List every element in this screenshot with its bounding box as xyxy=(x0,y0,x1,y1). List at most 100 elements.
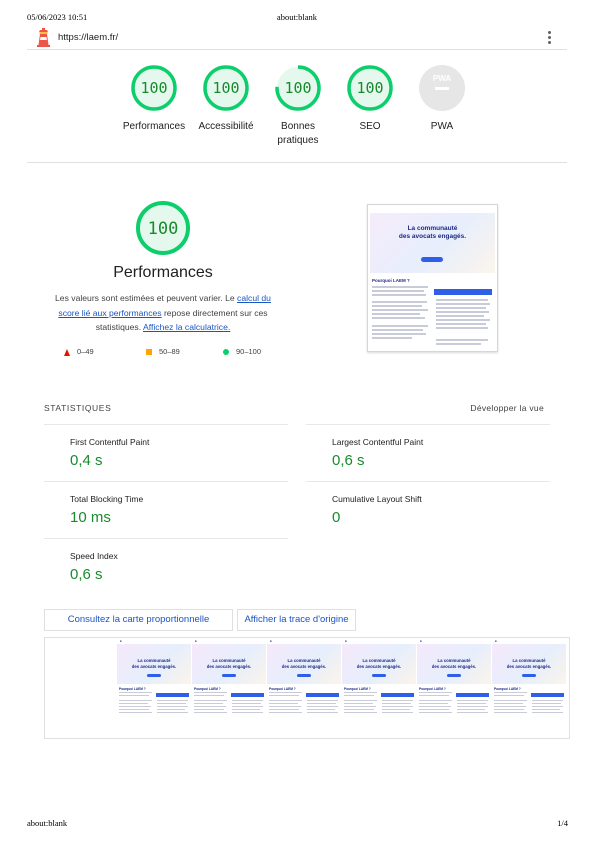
view-trace-button[interactable]: Afficher la trace d'origine xyxy=(237,609,356,631)
frame-cta xyxy=(222,674,236,677)
frame-heading: Pourquoi LAEM ? xyxy=(419,687,446,691)
gauge-pwa[interactable]: PWA PWA xyxy=(406,64,478,134)
print-footer-url: about:blank xyxy=(27,818,68,828)
text-line xyxy=(307,700,338,701)
performance-section: 100 Performances Les valeurs sont estimé… xyxy=(44,200,282,335)
performance-score-ring-icon: 100 xyxy=(136,201,190,255)
text-line xyxy=(344,700,377,701)
text-line xyxy=(372,333,426,335)
text-line xyxy=(494,700,527,701)
view-treemap-button[interactable]: Consultez la carte proportionnelle xyxy=(44,609,233,631)
expand-view-toggle[interactable]: Développer la vue xyxy=(470,403,544,413)
filmstrip-frame[interactable]: ■ La communauté des avocats engagés. Pour… xyxy=(117,638,191,738)
screenshot-hero-title: La communauté des avocats engagés. xyxy=(398,225,467,240)
text-line xyxy=(194,700,227,701)
frame-logo: ■ xyxy=(195,640,197,643)
text-line xyxy=(269,692,302,693)
text-line xyxy=(194,703,223,704)
text-line xyxy=(232,700,263,701)
text-line xyxy=(119,706,151,707)
performance-score: 100 xyxy=(148,219,179,239)
frame-heading: Pourquoi LAEM ? xyxy=(194,687,221,691)
gauge-performance[interactable]: 100 Performances xyxy=(118,64,190,134)
filmstrip-frame[interactable]: ■ La communauté des avocats engagés. Pour… xyxy=(342,638,416,738)
gauge-score: 100 xyxy=(356,79,383,97)
text-line xyxy=(372,309,428,311)
metric-value: 10 ms xyxy=(70,509,111,526)
screenshot-cta xyxy=(421,257,443,262)
text-line xyxy=(157,703,186,704)
text-line xyxy=(436,319,490,321)
text-line xyxy=(344,709,374,710)
text-line xyxy=(382,700,413,701)
text-line xyxy=(419,692,452,693)
text-line xyxy=(119,703,148,704)
frame-heading: Pourquoi LAEM ? xyxy=(269,687,296,691)
metric-value: 0,6 s xyxy=(70,566,103,583)
fail-triangle-icon xyxy=(64,348,70,356)
text-line xyxy=(457,700,488,701)
text-line xyxy=(457,706,488,707)
text-line xyxy=(119,700,152,701)
score-ring-icon: 100 xyxy=(347,65,393,111)
frame-title: La communauté des avocats engagés. xyxy=(206,658,252,669)
more-options-icon[interactable] xyxy=(548,31,552,45)
frame-logo: ■ xyxy=(270,640,272,643)
text-line xyxy=(344,695,374,696)
metric-title: Largest Contentful Paint xyxy=(332,437,424,447)
frame-highlight xyxy=(381,693,414,697)
filmstrip-frame[interactable]: ■ La communauté des avocats engagés. Pour… xyxy=(417,638,491,738)
frame-title: La communauté des avocats engagés. xyxy=(431,658,477,669)
text-line xyxy=(194,706,226,707)
gauge-seo[interactable]: 100 SEO xyxy=(334,64,406,134)
filmstrip-frame[interactable]: ■ La communauté des avocats engagés. Pour… xyxy=(267,638,341,738)
gauge-accessibility[interactable]: 100 Accessibilité xyxy=(190,64,262,134)
frame-title: La communauté des avocats engagés. xyxy=(281,658,327,669)
frame-heading: Pourquoi LAEM ? xyxy=(494,687,521,691)
text-line xyxy=(372,337,412,339)
text-line xyxy=(119,712,152,713)
screenshot-hero xyxy=(370,213,495,273)
frame-highlight xyxy=(531,693,564,697)
metric-cls: Cumulative Layout Shift 0 xyxy=(306,481,550,538)
filmstrip-frame[interactable]: ■ La communauté des avocats engagés. Pour… xyxy=(492,638,566,738)
legend-fail: 0–49 xyxy=(64,347,94,356)
text-line xyxy=(372,313,420,315)
gauge-score: 100 xyxy=(284,79,311,97)
metric-tbt: Total Blocking Time 10 ms xyxy=(44,481,288,538)
frame-logo: ■ xyxy=(120,640,122,643)
text-line xyxy=(382,712,413,713)
gauge-label: PWA xyxy=(430,121,454,132)
text-line xyxy=(344,703,373,704)
audited-url[interactable]: https://laem.fr/ xyxy=(58,32,118,43)
frame-logo: ■ xyxy=(345,640,347,643)
metric-speed-index: Speed Index 0,6 s xyxy=(44,538,288,595)
frame-heading: Pourquoi LAEM ? xyxy=(344,687,371,691)
text-line xyxy=(372,317,425,319)
text-line xyxy=(194,709,224,710)
frame-cta xyxy=(522,674,536,677)
frame-logo: ■ xyxy=(495,640,497,643)
text-line xyxy=(419,703,448,704)
final-screenshot[interactable]: La communauté des avocats engagés. Pourqu… xyxy=(367,204,498,352)
gauge-label: Performances xyxy=(122,121,186,132)
print-page-count: 1/4 xyxy=(557,818,568,828)
metric-title: Cumulative Layout Shift xyxy=(332,494,422,504)
text-line xyxy=(372,325,428,327)
calculator-link[interactable]: Affichez la calculatrice. xyxy=(143,322,230,332)
frame-highlight xyxy=(456,693,489,697)
text-line xyxy=(157,709,185,710)
screenshot-highlight xyxy=(434,289,492,295)
score-ring-icon: 100 xyxy=(203,65,249,111)
gauge-label: Accessibilité xyxy=(198,121,254,132)
text-line xyxy=(532,709,560,710)
print-title: about:blank xyxy=(276,12,318,22)
average-square-icon xyxy=(146,349,152,356)
text-line xyxy=(344,706,376,707)
text-line xyxy=(157,712,188,713)
text-line xyxy=(457,703,486,704)
text-line xyxy=(532,703,561,704)
text-line xyxy=(307,703,336,704)
filmstrip-frame[interactable]: ■ La communauté des avocats engagés. Pour… xyxy=(192,638,266,738)
gauge-best-practices[interactable]: 100 Bonnes pratiques xyxy=(262,64,334,148)
